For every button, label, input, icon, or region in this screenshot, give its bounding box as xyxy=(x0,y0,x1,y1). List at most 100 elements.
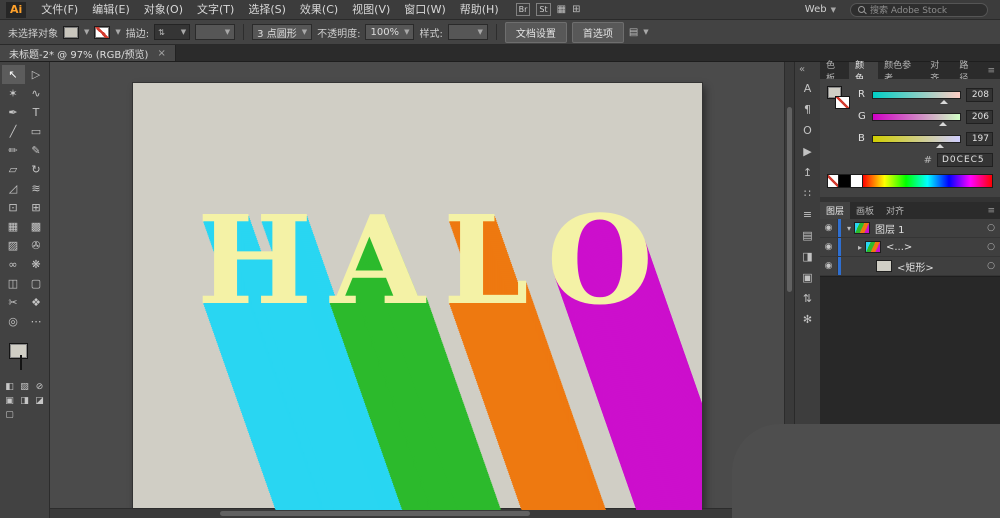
color-tab-4[interactable]: 路径 xyxy=(953,61,982,84)
expand-arrow-icon[interactable]: ▾ xyxy=(844,224,854,233)
menu-item-1[interactable]: 编辑(E) xyxy=(85,0,137,20)
shape-builder-tool[interactable]: ⊞ xyxy=(25,198,48,217)
layer-row[interactable]: ◉ ▾ 图层 1 ○ xyxy=(820,219,1000,238)
rotate-tool[interactable]: ↻ xyxy=(25,160,48,179)
slider-thumb[interactable] xyxy=(939,96,948,104)
paragraph-panel-icon[interactable]: ¶ xyxy=(798,101,818,117)
export-panel-icon[interactable]: ↥ xyxy=(798,164,818,180)
rectangle-tool[interactable]: ▭ xyxy=(25,122,48,141)
bridge-icon[interactable]: Br xyxy=(515,3,531,16)
layer-row[interactable]: ◉ ▸ <...> ○ xyxy=(820,238,1000,257)
appearance-panel-icon[interactable]: ≡ xyxy=(798,206,818,222)
color-tab-0[interactable]: 色板 xyxy=(820,61,849,84)
actions-panel-icon[interactable]: ▶ xyxy=(798,143,818,159)
app-grid-icon[interactable]: ∷ xyxy=(798,185,818,201)
stroke-proxy-swatch[interactable] xyxy=(19,355,22,370)
slider-thumb[interactable] xyxy=(936,140,945,148)
layer-row[interactable]: ◉ <矩形> ○ xyxy=(820,257,1000,276)
paintbrush-tool[interactable]: ✏ xyxy=(2,141,25,160)
slider-thumb[interactable] xyxy=(939,118,948,126)
chevron-down-icon[interactable]: ▼ xyxy=(643,28,648,36)
channel-slider-R[interactable] xyxy=(872,90,961,104)
black-swatch[interactable] xyxy=(839,174,851,188)
stock-icon[interactable]: St xyxy=(536,3,551,16)
layers-tab-2[interactable]: 对齐 xyxy=(880,202,910,219)
channel-value-field[interactable]: 208 xyxy=(966,87,993,102)
expand-arrow-icon[interactable]: ▸ xyxy=(855,243,865,252)
stroke-proxy-swatch[interactable] xyxy=(835,96,850,109)
stroke-color-swatch[interactable] xyxy=(94,25,111,39)
menu-item-4[interactable]: 选择(S) xyxy=(241,0,293,20)
fill-proxy-swatch[interactable] xyxy=(8,343,28,359)
slice-tool[interactable]: ✂ xyxy=(2,293,25,312)
pen-tool[interactable]: ✒ xyxy=(2,103,25,122)
settings-icon[interactable]: ✻ xyxy=(798,311,818,327)
panel-menu-icon[interactable]: ≡ xyxy=(982,62,1000,79)
menu-item-2[interactable]: 对象(O) xyxy=(137,0,190,20)
width-profile-dropdown[interactable]: ▼ xyxy=(195,24,236,40)
target-circle-icon[interactable]: ○ xyxy=(982,223,1000,233)
app-logo-icon[interactable]: Ai xyxy=(6,1,27,18)
fill-color-swatch[interactable] xyxy=(63,25,79,39)
hand-tool[interactable]: ❖ xyxy=(25,293,48,312)
libraries-panel-icon[interactable]: ▣ xyxy=(798,269,818,285)
scrollbar-thumb[interactable] xyxy=(220,511,530,516)
color-spectrum[interactable] xyxy=(863,174,993,188)
panel-options-icon[interactable]: ▤ xyxy=(629,27,638,38)
workspace-switcher[interactable]: Web ▼ xyxy=(797,4,844,15)
none-swatch[interactable] xyxy=(827,174,839,188)
arrange-documents-icon[interactable]: ▦ xyxy=(557,4,566,15)
eraser-tool[interactable]: ▱ xyxy=(2,160,25,179)
free-transform-tool[interactable]: ⊡ xyxy=(2,198,25,217)
more-tools[interactable]: ⋯ xyxy=(25,312,48,331)
opentype-panel-icon[interactable]: O xyxy=(798,122,818,138)
horizontal-scrollbar[interactable] xyxy=(50,508,784,518)
line-segment-tool[interactable]: ╱ xyxy=(2,122,25,141)
menu-item-6[interactable]: 视图(V) xyxy=(345,0,397,20)
opacity-dropdown[interactable]: 100% ▼ xyxy=(365,24,415,40)
layers-tab-0[interactable]: 图层 xyxy=(820,202,851,219)
type-tool[interactable]: T xyxy=(25,103,48,122)
color-tab-3[interactable]: 对齐 xyxy=(924,61,953,84)
visibility-eye-icon[interactable]: ◉ xyxy=(820,238,838,256)
application-bar-grid-icon[interactable]: ⊞ xyxy=(572,4,580,15)
artboard-tool[interactable]: ▢ xyxy=(25,274,48,293)
visibility-eye-icon[interactable]: ◉ xyxy=(820,257,838,275)
symbols-panel-icon[interactable]: ◨ xyxy=(798,248,818,264)
brush-definition-dropdown[interactable]: 3 点圆形 ▼ xyxy=(252,24,313,40)
menu-item-5[interactable]: 效果(C) xyxy=(293,0,345,20)
scrollbar-thumb[interactable] xyxy=(787,107,792,292)
gradient-button[interactable]: ▨ xyxy=(18,381,31,393)
channel-value-field[interactable]: 197 xyxy=(966,131,993,146)
lasso-tool[interactable]: ∿ xyxy=(25,84,48,103)
halo-letter-H[interactable]: H xyxy=(197,188,330,332)
preferences-button[interactable]: 首选项 xyxy=(571,21,624,43)
screen-mode-button[interactable]: ▢ xyxy=(3,409,16,421)
chevron-down-icon[interactable]: ▼ xyxy=(84,28,89,36)
chevron-down-icon[interactable]: ▼ xyxy=(115,28,120,36)
hex-value-field[interactable]: D0CEC5 xyxy=(937,153,993,167)
document-setup-button[interactable]: 文档设置 xyxy=(504,21,567,43)
stroke-weight-stepper[interactable]: ⇅ ▼ xyxy=(154,24,191,40)
visibility-eye-icon[interactable]: ◉ xyxy=(820,219,838,237)
layers-tab-1[interactable]: 画板 xyxy=(850,202,880,219)
collapse-panels-icon[interactable]: « xyxy=(795,64,805,75)
close-icon[interactable]: × xyxy=(157,48,165,59)
eyedropper-tool[interactable]: ✇ xyxy=(25,236,48,255)
blend-tool[interactable]: ∞ xyxy=(2,255,25,274)
scale-tool[interactable]: ◿ xyxy=(2,179,25,198)
draw-behind-mode-button[interactable]: ◨ xyxy=(18,395,31,407)
stock-search-input[interactable]: 搜索 Adobe Stock xyxy=(850,2,988,17)
halo-artwork[interactable]: HALO xyxy=(197,199,671,321)
color-button[interactable]: ◧ xyxy=(3,381,16,393)
selection-tool[interactable]: ↖ xyxy=(1,65,25,84)
white-swatch[interactable] xyxy=(851,174,863,188)
magic-wand-tool[interactable]: ✶ xyxy=(2,84,25,103)
canvas[interactable]: HALO xyxy=(50,62,794,518)
draw-inside-mode-button[interactable]: ◪ xyxy=(33,395,46,407)
transform-panel-icon[interactable]: ⇅ xyxy=(798,290,818,306)
document-tab[interactable]: 未标题-2* @ 97% (RGB/预览) × xyxy=(0,45,176,61)
halo-letter-A[interactable]: A xyxy=(330,188,443,332)
column-graph-tool[interactable]: ◫ xyxy=(2,274,25,293)
channel-slider-G[interactable] xyxy=(872,112,961,126)
